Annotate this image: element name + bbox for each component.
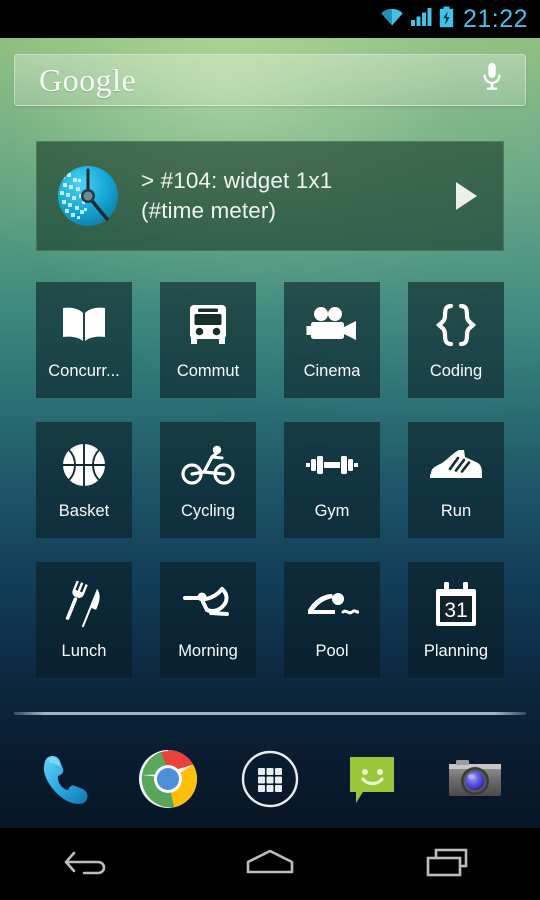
status-bar-icons (379, 6, 454, 33)
widget-text-block: > #104: widget 1x1 (#time meter) (141, 166, 439, 226)
time-meter-widget[interactable]: > #104: widget 1x1 (#time meter) (36, 141, 504, 251)
home-icon (240, 845, 300, 884)
microphone-icon (481, 62, 503, 99)
chrome-icon (137, 748, 199, 815)
tile-label: Planning (423, 642, 489, 660)
tile-label: Morning (178, 642, 238, 660)
dock-item-chrome[interactable] (132, 745, 204, 817)
tile-concurrence[interactable]: Concurr... (36, 282, 132, 398)
camera-icon (444, 748, 506, 815)
tile-lunch[interactable]: Lunch (36, 562, 132, 678)
tile-coding[interactable]: Coding (408, 282, 504, 398)
dumbbell-icon (298, 434, 366, 496)
tile-cinema[interactable]: Cinema (284, 282, 380, 398)
basketball-icon (50, 434, 118, 496)
cyclist-icon (174, 434, 242, 496)
curly-braces-icon (422, 294, 490, 356)
movie-camera-icon (298, 294, 366, 356)
dock-item-phone[interactable] (29, 745, 101, 817)
tile-gym[interactable]: Gym (284, 422, 380, 538)
sneaker-icon (422, 434, 490, 496)
open-book-icon (50, 294, 118, 356)
tile-label: Gym (314, 502, 350, 520)
tile-label: Cycling (180, 502, 236, 520)
tile-pool[interactable]: Pool (284, 562, 380, 678)
widget-title-line1: > #104: widget 1x1 (141, 168, 333, 193)
google-logo-text: Google (39, 62, 137, 98)
sms-bubble-icon (341, 748, 403, 815)
voice-search-button[interactable] (481, 62, 503, 99)
back-arrow-icon (62, 845, 118, 884)
cellular-signal-icon (410, 7, 433, 32)
navigation-bar (0, 828, 540, 900)
battery-charging-icon (439, 6, 454, 33)
nav-home-button[interactable] (215, 838, 325, 890)
dock-item-messaging[interactable] (336, 745, 408, 817)
yoga-pose-icon (174, 574, 242, 636)
widget-title-line2: (#time meter) (141, 198, 277, 223)
android-home-screen: 21:22 Google > #104: widget 1x1 (#time m… (0, 0, 540, 900)
nav-recents-button[interactable] (395, 838, 505, 890)
bus-icon (174, 294, 242, 356)
dock-item-camera[interactable] (439, 745, 511, 817)
tile-label: Pool (315, 642, 349, 660)
calendar-icon: 31 (422, 574, 490, 636)
tile-morning-yoga[interactable]: Morning (160, 562, 256, 678)
google-search-bar[interactable]: Google (14, 54, 526, 106)
app-shortcut-grid: Concurr... Commut Cinema Coding Basket C… (0, 282, 540, 678)
tile-label: Run (440, 502, 472, 520)
dock (0, 734, 540, 828)
tile-label: Lunch (61, 642, 107, 660)
swimmer-icon (298, 574, 366, 636)
tile-run[interactable]: Run (408, 422, 504, 538)
fork-knife-icon (50, 574, 118, 636)
phone-handset-icon (34, 748, 96, 815)
apps-grid-icon (239, 748, 301, 815)
dock-item-app-drawer[interactable] (234, 745, 306, 817)
tile-label: Commut (176, 362, 240, 380)
svg-text:31: 31 (444, 599, 467, 622)
dock-divider (14, 712, 526, 715)
tile-basketball[interactable]: Basket (36, 422, 132, 538)
status-bar-clock: 21:22 (462, 4, 528, 33)
tile-label: Coding (429, 362, 483, 380)
tile-label: Cinema (303, 362, 361, 380)
play-icon (455, 182, 477, 210)
wifi-icon (379, 7, 405, 32)
status-bar[interactable]: 21:22 (0, 0, 540, 38)
recent-apps-icon (422, 845, 478, 884)
nav-back-button[interactable] (35, 838, 145, 890)
time-meter-clock-icon (55, 163, 121, 229)
tile-cycling[interactable]: Cycling (160, 422, 256, 538)
tile-planning[interactable]: 31 Planning (408, 562, 504, 678)
tile-label: Basket (58, 502, 110, 520)
widget-play-button[interactable] (439, 182, 493, 210)
tile-label: Concurr... (48, 362, 120, 380)
tile-commute[interactable]: Commut (160, 282, 256, 398)
